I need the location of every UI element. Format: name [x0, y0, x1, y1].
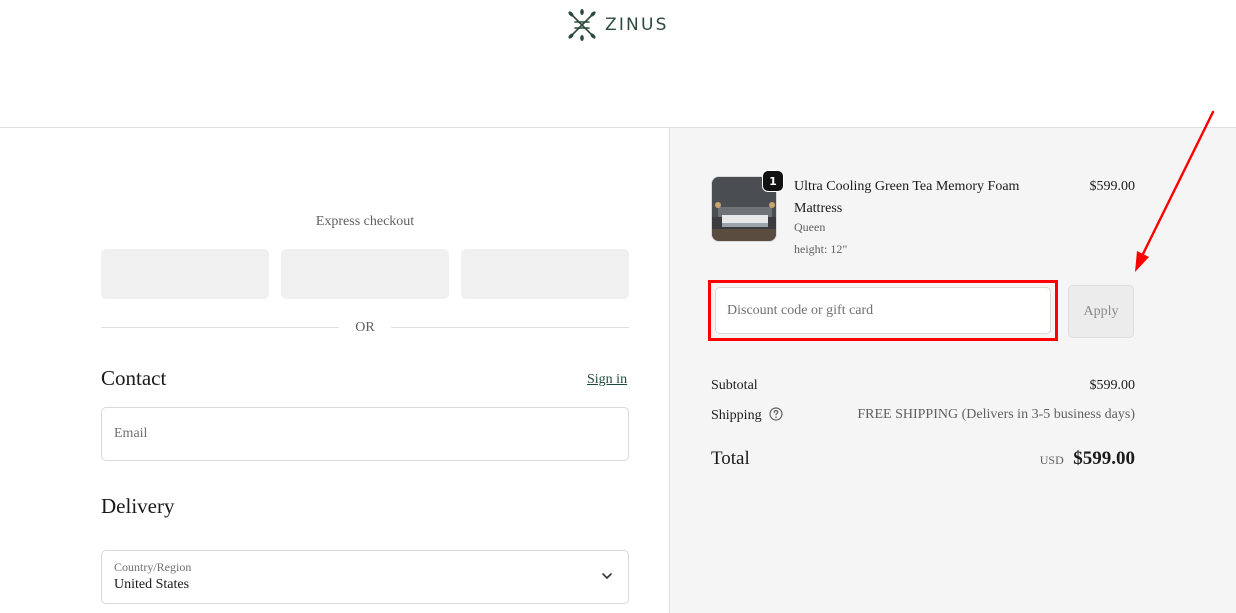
help-circle-icon[interactable] — [769, 407, 783, 421]
express-checkout-button-3[interactable] — [461, 249, 629, 299]
divider-line-right — [391, 327, 629, 328]
express-checkout-button-2[interactable] — [281, 249, 449, 299]
contact-heading: Contact — [101, 366, 167, 390]
country-select[interactable]: Country/Region United States — [101, 550, 629, 604]
subtotal-label: Subtotal — [711, 378, 758, 393]
product-name: Ultra Cooling Green Tea Memory Foam Matt… — [794, 179, 1020, 216]
or-label: OR — [355, 320, 375, 335]
total-row: Total USD $599.00 — [711, 448, 1135, 474]
product-variant-height: height: 12" — [794, 242, 848, 256]
discount-code-input[interactable] — [716, 288, 1050, 333]
shipping-row: Shipping FREE SHIPPING (Delivers in 3-5 … — [711, 407, 1135, 424]
delivery-heading: Delivery — [101, 494, 175, 518]
subtotal-value: $599.00 — [1089, 378, 1136, 393]
email-field[interactable] — [102, 408, 628, 460]
shipping-label: Shipping — [711, 408, 762, 423]
or-divider: OR — [101, 320, 629, 336]
total-currency: USD — [1039, 453, 1064, 467]
discount-highlight-box — [708, 280, 1058, 341]
email-field-container — [101, 407, 629, 461]
brand-logo[interactable]: ZINUS — [565, 8, 669, 42]
discount-field-container — [715, 287, 1051, 334]
express-checkout-button-1[interactable] — [101, 249, 269, 299]
checkout-form-panel: Express checkout OR Contact Sign in Deli… — [0, 128, 669, 613]
chevron-down-icon — [602, 573, 612, 579]
total-label: Total — [711, 448, 750, 469]
leaf-cross-logo-icon — [568, 9, 596, 41]
subtotal-row: Subtotal $599.00 — [711, 378, 1135, 394]
total-amount: $599.00 — [1073, 448, 1135, 469]
country-select-value: United States — [114, 577, 190, 592]
apply-discount-button[interactable]: Apply — [1068, 285, 1134, 338]
quantity-badge: 1 — [762, 170, 784, 192]
sign-in-link[interactable]: Sign in — [587, 372, 627, 388]
cart-line-item: 1 Ultra Cooling Green Tea Memory Foam Ma… — [711, 170, 1135, 266]
product-variant-size: Queen — [794, 220, 826, 234]
site-header: ZINUS — [0, 0, 1236, 128]
total-value-group: USD $599.00 — [1040, 448, 1135, 470]
brand-name: ZINUS — [605, 15, 669, 35]
express-checkout-title: Express checkout — [315, 214, 415, 229]
annotation-arrow-icon — [1135, 110, 1215, 272]
country-select-label: Country/Region — [114, 560, 192, 574]
shipping-value: FREE SHIPPING (Delivers in 3-5 business … — [857, 407, 1135, 422]
